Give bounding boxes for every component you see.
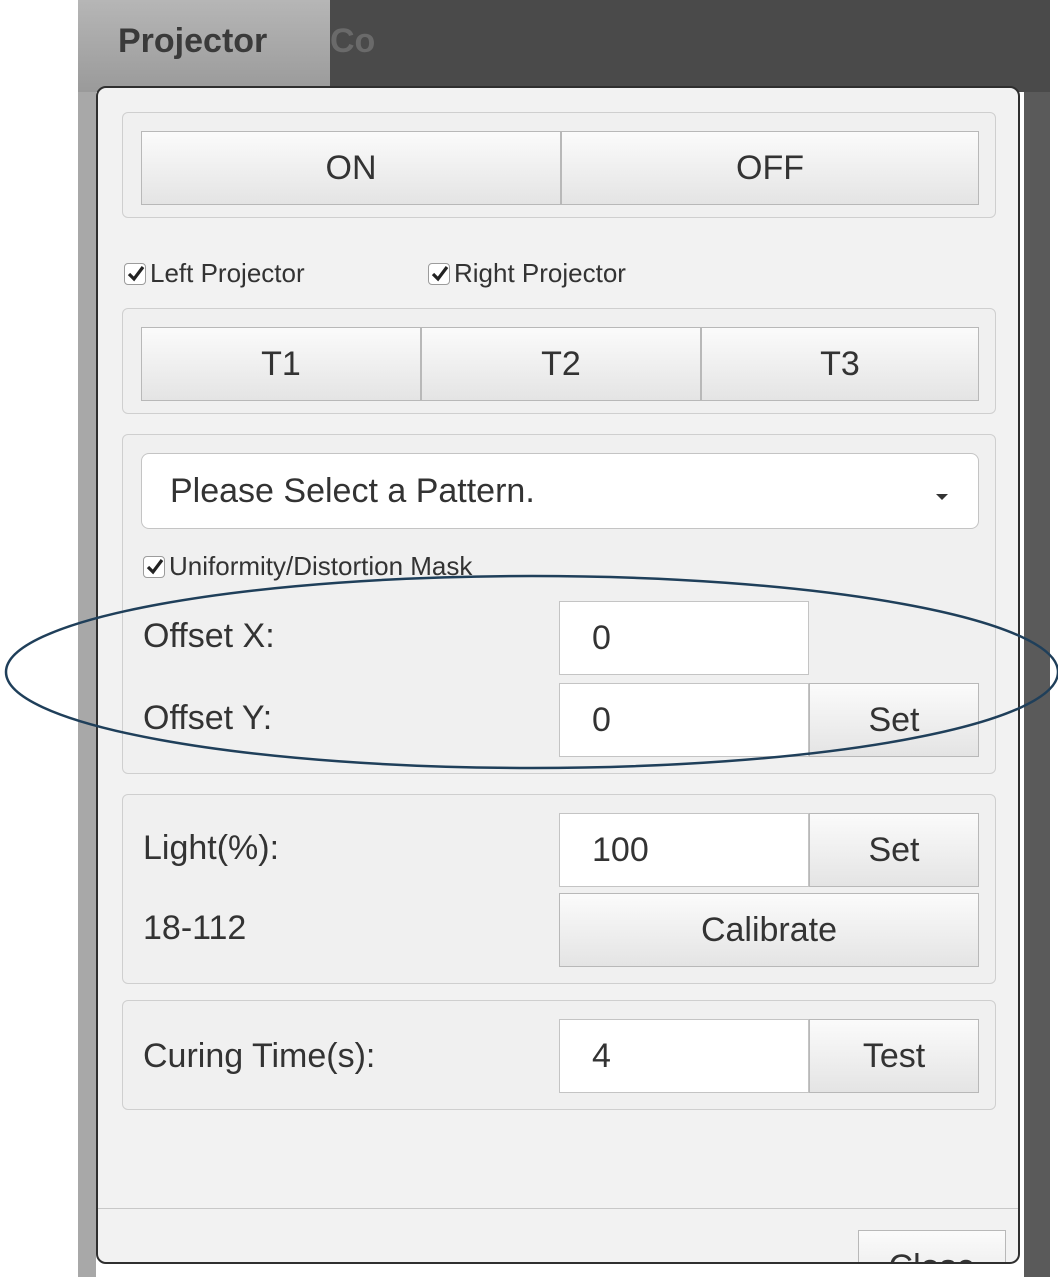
chevron-down-icon — [936, 494, 948, 500]
light-label: Light(%): — [143, 829, 280, 867]
curing-time-label: Curing Time(s): — [143, 1037, 376, 1075]
test-pattern-group: T1 T2 T3 — [122, 308, 996, 414]
projector-control-dialog: ON OFF Left Projector Right Projector T1… — [96, 86, 1020, 1264]
left-projector-label: Left Projector — [150, 258, 305, 288]
t1-button[interactable]: T1 — [141, 327, 421, 401]
background-strip-left — [78, 0, 96, 1277]
pattern-group: Please Select a Pattern. Uniformity/Dist… — [122, 434, 996, 774]
left-projector-checkbox[interactable]: Left Projector — [124, 258, 305, 289]
light-range-label: 18-112 — [143, 909, 247, 947]
power-group: ON OFF — [122, 112, 996, 218]
check-icon — [431, 265, 449, 281]
uniformity-mask-checkbox[interactable]: Uniformity/Distortion Mask — [143, 551, 472, 582]
offset-y-input[interactable]: 0 — [559, 683, 809, 757]
close-button[interactable]: Close — [858, 1230, 1006, 1262]
t2-button[interactable]: T2 — [421, 327, 701, 401]
light-group: Light(%): 100 Set 18-112 Calibrate — [122, 794, 996, 984]
right-projector-label: Right Projector — [454, 258, 626, 288]
curing-test-button[interactable]: Test — [809, 1019, 979, 1093]
check-icon — [127, 265, 145, 281]
footer-divider — [98, 1208, 1018, 1209]
offset-set-button[interactable]: Set — [809, 683, 979, 757]
window-title: Projector — [118, 22, 268, 60]
uniformity-mask-label: Uniformity/Distortion Mask — [169, 551, 473, 581]
curing-time-group: Curing Time(s): 4 Test — [122, 1000, 996, 1110]
right-projector-checkbox[interactable]: Right Projector — [428, 258, 626, 289]
offset-x-label: Offset X: — [143, 617, 275, 655]
curing-time-input[interactable]: 4 — [559, 1019, 809, 1093]
light-set-button[interactable]: Set — [809, 813, 979, 887]
checkbox-box — [143, 555, 165, 578]
calibrate-button[interactable]: Calibrate — [559, 893, 979, 967]
pattern-select-value: Please Select a Pattern. — [170, 471, 535, 510]
on-button[interactable]: ON — [141, 131, 561, 205]
window-title-faded: Co — [330, 22, 376, 60]
checkbox-box — [428, 262, 450, 285]
t3-button[interactable]: T3 — [701, 327, 979, 401]
offset-y-label: Offset Y: — [143, 699, 273, 737]
pattern-select[interactable]: Please Select a Pattern. — [141, 453, 979, 529]
off-button[interactable]: OFF — [561, 131, 979, 205]
offset-x-input[interactable]: 0 — [559, 601, 809, 675]
check-icon — [146, 558, 164, 574]
checkbox-box — [124, 262, 146, 285]
screen: Projector Co ON OFF Left Projector Right… — [0, 0, 1058, 1277]
background-strip-right — [1024, 92, 1050, 1277]
light-input[interactable]: 100 — [559, 813, 809, 887]
